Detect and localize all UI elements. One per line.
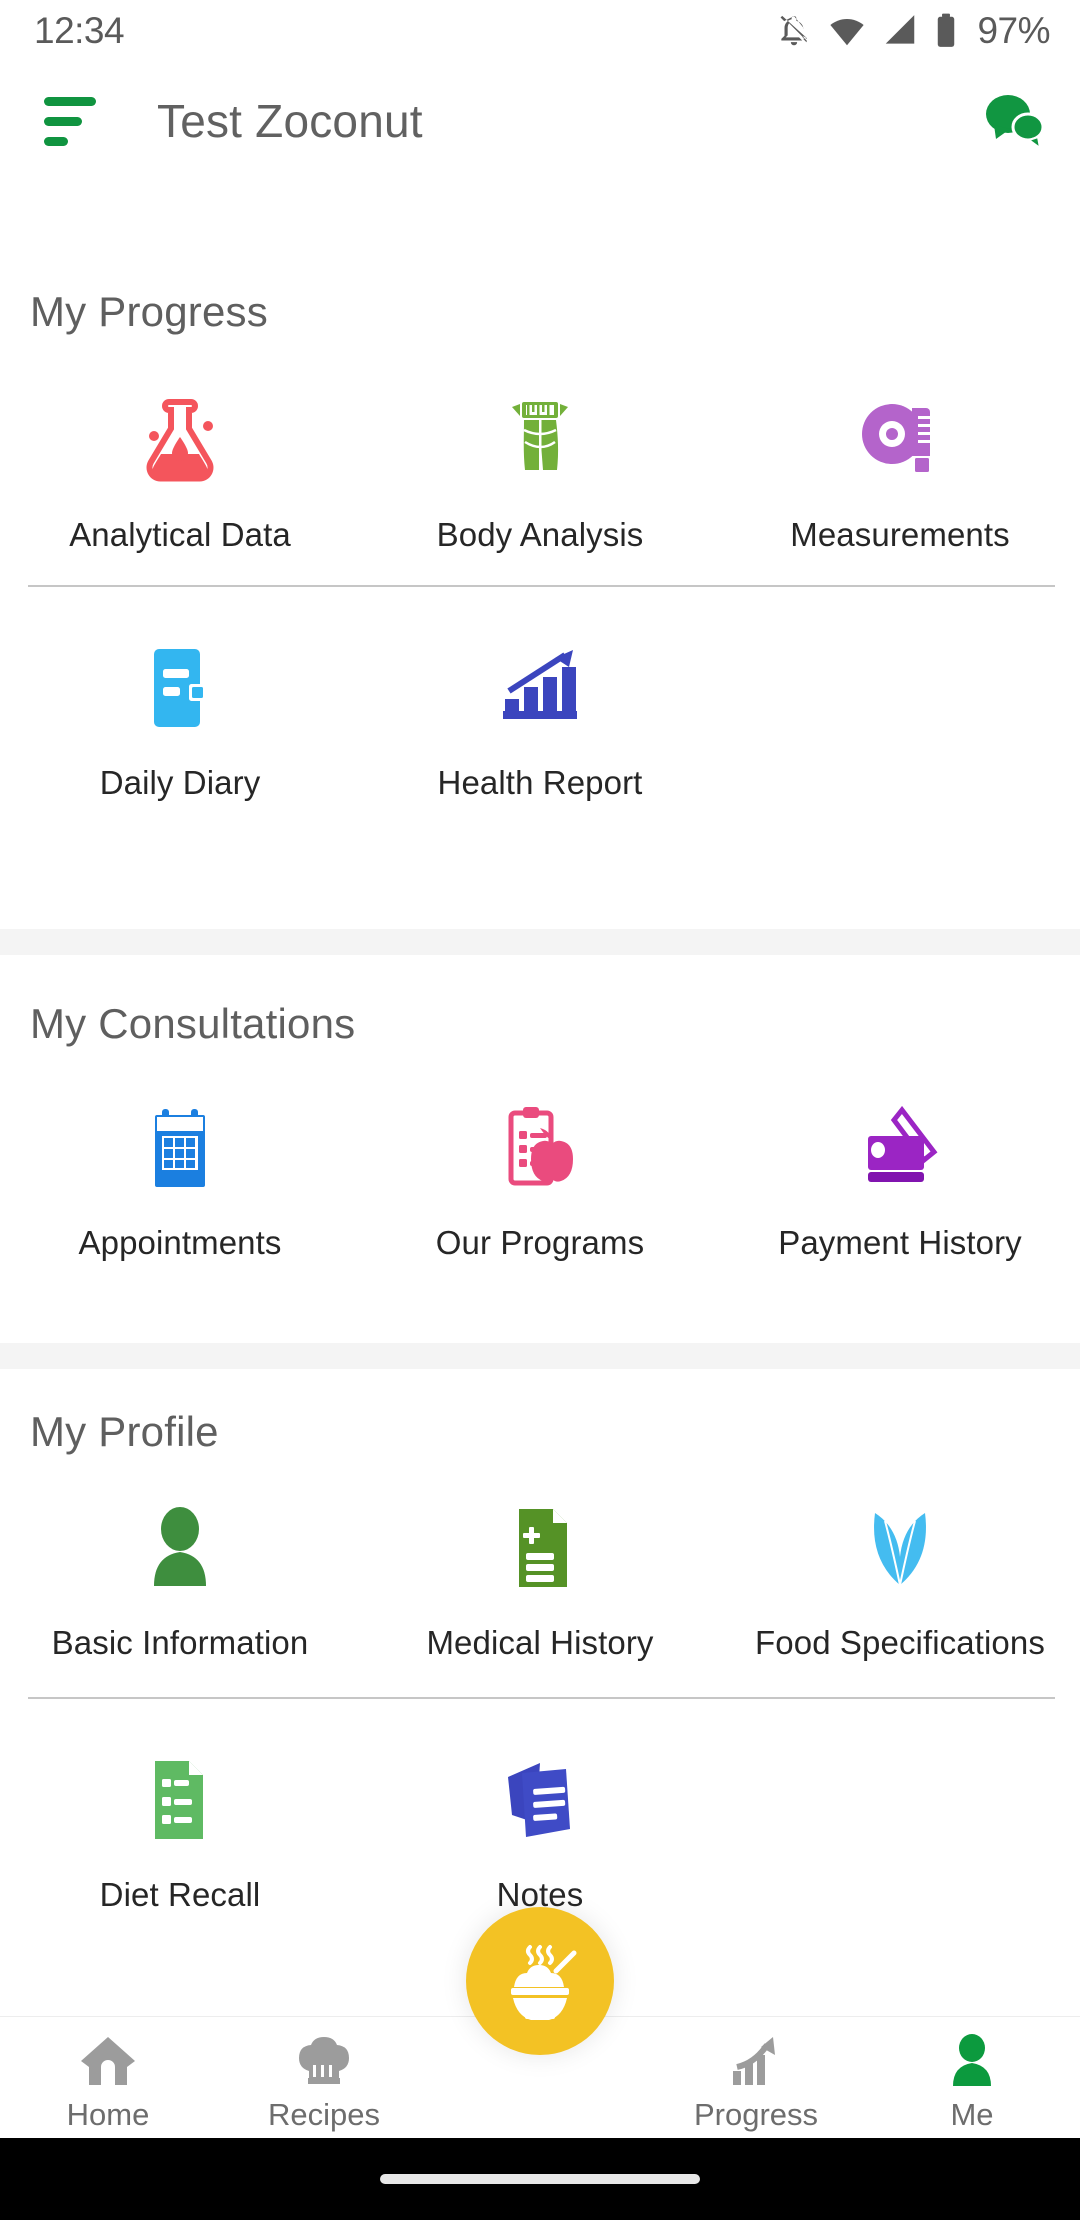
- chef-hat-icon: [295, 2031, 353, 2089]
- status-bar: 12:34 97%: [0, 0, 1080, 62]
- tile-measurements[interactable]: Measurements: [720, 392, 1080, 554]
- status-bar-clock: 12:34: [34, 10, 125, 51]
- app-screen: 12:34 97% Test Zoconut My Progress Analy…: [0, 0, 1080, 2220]
- bell-off-icon: [775, 12, 813, 50]
- battery-percent-label: 97%: [977, 10, 1050, 51]
- profile-row-2: Diet Recall Notes: [0, 1752, 1080, 1914]
- nav-item-me[interactable]: Me: [864, 2017, 1080, 2133]
- tile-empty: [720, 640, 1080, 802]
- tile-diet-recall[interactable]: Diet Recall: [0, 1752, 360, 1914]
- tile-label: Food Specifications: [755, 1624, 1045, 1661]
- flask-icon: [132, 392, 228, 488]
- checklist-document-icon: [132, 1752, 228, 1848]
- tile-label: Body Analysis: [436, 516, 644, 553]
- hamburger-menu-icon[interactable]: [44, 96, 100, 146]
- page-title: Test Zoconut: [157, 95, 423, 147]
- profile-row-1: Basic Information Medical History Food S…: [0, 1500, 1080, 1662]
- section-separator-band: [0, 1343, 1080, 1369]
- tile-label: Analytical Data: [69, 516, 291, 553]
- measuring-tape-icon: [852, 392, 948, 488]
- section-my-consultations: My Consultations: [0, 1000, 1080, 1048]
- tile-basic-information[interactable]: Basic Information: [0, 1500, 360, 1662]
- tile-label: Diet Recall: [99, 1876, 261, 1913]
- section-title: My Progress: [30, 288, 268, 335]
- nav-item-progress[interactable]: Progress: [648, 2017, 864, 2133]
- section-my-profile: My Profile: [0, 1408, 1080, 1456]
- tile-payment-history[interactable]: Payment History: [720, 1100, 1080, 1262]
- medical-document-icon: [492, 1500, 588, 1596]
- status-bar-icons: 97%: [775, 10, 1050, 52]
- tile-food-specifications[interactable]: Food Specifications: [720, 1500, 1080, 1662]
- bar-chart-arrow-icon: [492, 640, 588, 736]
- progress-chart-icon: [727, 2031, 785, 2089]
- person-icon: [132, 1500, 228, 1596]
- notebook-icon: [132, 640, 228, 736]
- gesture-pill[interactable]: [380, 2174, 700, 2184]
- rice-bowl-fab-button[interactable]: [466, 1907, 614, 2055]
- wallet-card-icon: [852, 1100, 948, 1196]
- tile-daily-diary[interactable]: Daily Diary: [0, 640, 360, 802]
- tile-label: Measurements: [790, 516, 1010, 553]
- tile-label: Appointments: [78, 1224, 282, 1261]
- progress-row-2: Daily Diary Health Report: [0, 640, 1080, 802]
- tile-analytical-data[interactable]: Analytical Data: [0, 392, 360, 554]
- tile-medical-history[interactable]: Medical History: [360, 1500, 720, 1662]
- cellular-signal-icon: [881, 12, 919, 50]
- home-icon: [79, 2031, 137, 2089]
- leaves-icon: [852, 1500, 948, 1596]
- progress-row-1: Analytical Data Body Analysis Measuremen…: [0, 392, 1080, 554]
- nav-item-label: Recipes: [268, 2097, 380, 2132]
- tile-label: Our Programs: [435, 1224, 645, 1261]
- tile-our-programs[interactable]: Our Programs: [360, 1100, 720, 1262]
- app-bar: Test Zoconut: [0, 62, 1080, 180]
- nav-item-home[interactable]: Home: [0, 2017, 216, 2133]
- tile-body-analysis[interactable]: Body Analysis: [360, 392, 720, 554]
- nav-item-recipes[interactable]: Recipes: [216, 2017, 432, 2133]
- tile-label: Health Report: [437, 764, 643, 801]
- tile-notes[interactable]: Notes: [360, 1752, 720, 1914]
- section-divider: [28, 585, 1055, 587]
- rice-bowl-icon: [494, 1933, 586, 2030]
- battery-icon: [933, 12, 959, 50]
- tile-label: Medical History: [426, 1624, 654, 1661]
- tile-appointments[interactable]: Appointments: [0, 1100, 360, 1262]
- body-measure-icon: [492, 392, 588, 488]
- nav-item-label: Home: [66, 2097, 150, 2132]
- nav-item-label: Progress: [693, 2097, 819, 2132]
- tile-empty: [720, 1752, 1080, 1914]
- nav-item-label: Me: [950, 2097, 994, 2132]
- calendar-icon: [132, 1100, 228, 1196]
- tile-label: Payment History: [778, 1224, 1022, 1261]
- consultations-row-1: Appointments Our Programs Payment Histor…: [0, 1100, 1080, 1262]
- section-my-progress: My Progress: [0, 288, 1080, 336]
- section-divider: [28, 1697, 1055, 1699]
- clipboard-apple-icon: [492, 1100, 588, 1196]
- tile-health-report[interactable]: Health Report: [360, 640, 720, 802]
- chat-bubble-icon[interactable]: [982, 91, 1046, 151]
- tile-label: Daily Diary: [99, 764, 261, 801]
- tile-label: Basic Information: [51, 1624, 309, 1661]
- section-title: My Profile: [30, 1408, 219, 1455]
- wifi-icon: [827, 12, 867, 50]
- section-title: My Consultations: [30, 1000, 356, 1047]
- notes-pages-icon: [492, 1752, 588, 1848]
- person-icon: [945, 2031, 999, 2089]
- section-separator-band: [0, 929, 1080, 955]
- system-gesture-bar: [0, 2138, 1080, 2220]
